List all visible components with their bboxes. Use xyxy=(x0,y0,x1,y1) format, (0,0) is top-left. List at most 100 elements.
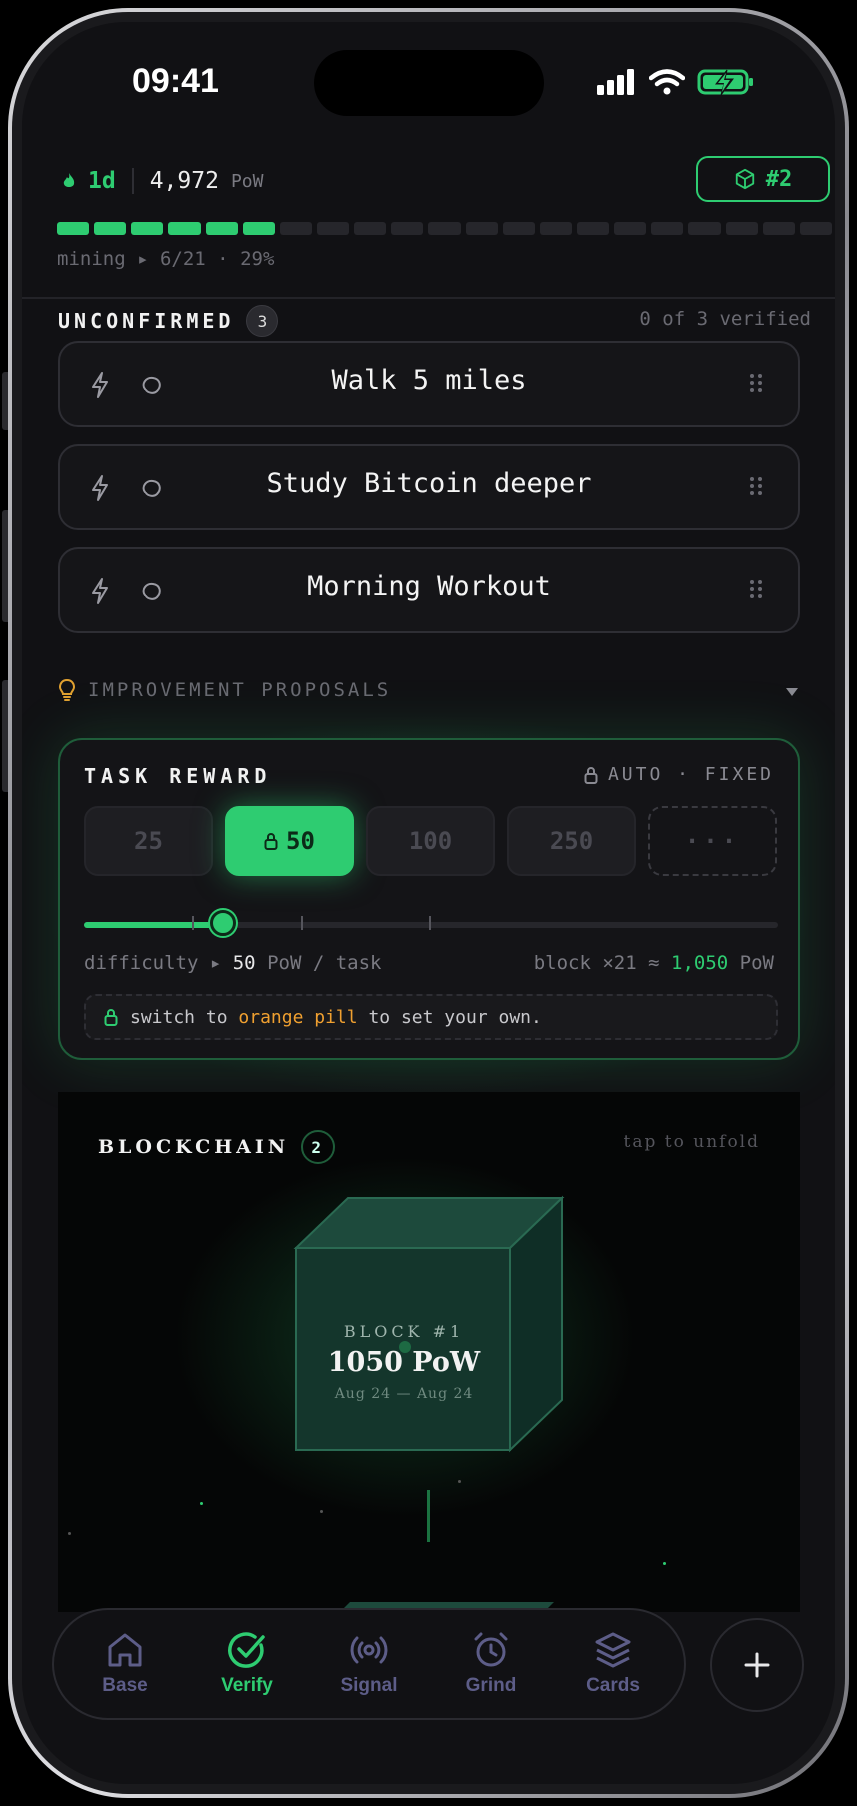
divider xyxy=(131,168,134,194)
star-dot xyxy=(320,1510,323,1513)
improvement-proposals-toggle[interactable]: IMPROVEMENT PROPOSALS xyxy=(58,678,391,702)
alarm-clock-icon xyxy=(474,1632,508,1667)
drag-handle-icon[interactable] xyxy=(750,476,762,496)
star-dot xyxy=(458,1480,461,1483)
orange-pill-link[interactable]: orange pill xyxy=(238,1007,357,1028)
slider-tick xyxy=(429,916,431,930)
reward-option-25[interactable]: 25 xyxy=(84,806,213,876)
proposals-label: IMPROVEMENT PROPOSALS xyxy=(88,679,392,701)
option-label: 250 xyxy=(549,827,594,855)
task-card[interactable]: Study Bitcoin deeper xyxy=(58,444,800,530)
block-total-label: block ×21 ≈ xyxy=(533,952,660,974)
broadcast-icon xyxy=(350,1636,388,1664)
progress-segment xyxy=(242,222,275,235)
streak-days: 1d xyxy=(88,168,116,194)
hint-prefix: switch to xyxy=(130,1006,228,1028)
option-label: ··· xyxy=(684,827,741,855)
tab-label: Signal xyxy=(340,1675,398,1696)
progress-segment xyxy=(762,222,795,235)
block-pow: 1050 PoW xyxy=(327,1347,481,1378)
task-label: Morning Workout xyxy=(307,571,551,602)
task-card[interactable]: Morning Workout xyxy=(58,547,800,633)
reward-option-100[interactable]: 100 xyxy=(366,806,495,876)
progress-segment xyxy=(94,222,127,235)
reward-mode: AUTO · FIXED xyxy=(584,764,774,785)
drag-handle-icon[interactable] xyxy=(750,373,762,393)
reward-option-more[interactable]: ··· xyxy=(648,806,777,876)
unconfirmed-count: 3 xyxy=(246,305,279,337)
pow-total: 4,972 xyxy=(149,168,219,194)
tab-cards[interactable]: Cards xyxy=(558,1631,668,1697)
orange-pill-hint[interactable]: switch to orange pill to set your own. xyxy=(84,994,778,1040)
plus-icon xyxy=(744,1652,770,1678)
pow-unit: PoW xyxy=(230,170,264,192)
star-dot xyxy=(68,1532,71,1535)
option-label: 100 xyxy=(408,827,453,855)
blockchain-panel[interactable]: BLOCKCHAIN 2 tap to unfold BLOCK #1 1050… xyxy=(58,1092,800,1612)
progress-segment xyxy=(725,222,758,235)
mining-label: mining xyxy=(57,248,126,270)
reward-mode-label: AUTO · FIXED xyxy=(607,764,774,785)
tab-grind[interactable]: Grind xyxy=(436,1631,546,1697)
drag-handle-icon[interactable] xyxy=(750,579,762,599)
lock-icon xyxy=(104,1009,118,1026)
tab-signal[interactable]: Signal xyxy=(314,1631,424,1697)
chevron-down-icon[interactable] xyxy=(785,687,799,697)
tab-bar: Base Verify Signal Grind Cards xyxy=(52,1608,686,1720)
task-reward-card: TASK REWARD AUTO · FIXED 25 50 100 250 ·… xyxy=(58,738,800,1060)
option-label: 25 xyxy=(134,827,163,855)
difficulty-slider[interactable] xyxy=(84,910,778,936)
mining-percent: 29% xyxy=(240,248,275,270)
progress-segment xyxy=(57,222,90,235)
slider-thumb[interactable] xyxy=(209,910,236,936)
star-dot xyxy=(200,1502,203,1505)
difficulty-unit: PoW / task xyxy=(267,952,382,974)
progress-segment xyxy=(428,222,461,235)
mining-progress-count: 6/21 xyxy=(159,248,206,270)
reward-options: 25 50 100 250 ··· xyxy=(84,806,777,876)
cellular-signal-icon xyxy=(597,69,634,95)
phone-screen: 09:41 1d 4,972 PoW #2 mining ▸ 6/21 · 29… xyxy=(22,22,835,1784)
progress-segment xyxy=(354,222,387,235)
tab-base[interactable]: Base xyxy=(70,1631,180,1697)
progress-segment xyxy=(279,222,312,235)
difficulty-readout: difficulty ▸ 50 PoW / task xyxy=(84,952,382,974)
status-time: 09:41 xyxy=(132,62,219,100)
progress-segment xyxy=(168,222,201,235)
progress-segment xyxy=(614,222,647,235)
tab-label: Base xyxy=(102,1675,148,1696)
header-stats: 1d 4,972 PoW xyxy=(62,168,263,194)
progress-segment xyxy=(391,222,424,235)
lock-icon xyxy=(584,766,598,784)
dynamic-island xyxy=(314,50,544,116)
block-badge-button[interactable]: #2 xyxy=(696,156,830,202)
block-total-unit: PoW xyxy=(739,952,774,974)
reward-title: TASK REWARD xyxy=(84,764,272,788)
block-label: BLOCK #1 1050 PoW Aug 24 — Aug 24 xyxy=(294,1322,514,1402)
progress-segment xyxy=(131,222,164,235)
mining-progress-bar xyxy=(57,222,832,235)
task-label: Study Bitcoin deeper xyxy=(266,468,592,499)
task-label: Walk 5 miles xyxy=(331,365,527,396)
progress-segment xyxy=(651,222,684,235)
reward-option-250[interactable]: 250 xyxy=(507,806,636,876)
difficulty-value: 50 xyxy=(232,952,256,974)
difficulty-label: difficulty xyxy=(84,952,199,974)
unconfirmed-title: UNCONFIRMED xyxy=(58,309,235,333)
task-card[interactable]: Walk 5 miles xyxy=(58,341,800,427)
add-button[interactable] xyxy=(710,1618,804,1712)
flame-icon xyxy=(63,173,75,187)
verified-status: 0 of 3 verified xyxy=(639,308,811,330)
tab-label: Grind xyxy=(465,1675,517,1696)
check-circle-icon xyxy=(228,1632,265,1668)
slider-fill xyxy=(84,922,223,928)
block-number: BLOCK #1 xyxy=(343,1322,465,1341)
reward-option-50-selected[interactable]: 50 xyxy=(225,806,354,876)
tab-label: Verify xyxy=(221,1675,273,1696)
mining-status: mining ▸ 6/21 · 29% xyxy=(57,248,275,270)
tab-verify[interactable]: Verify xyxy=(192,1631,302,1697)
hint-suffix: to set your own. xyxy=(368,1006,542,1028)
home-icon xyxy=(108,1633,142,1667)
block-badge-label: #2 xyxy=(765,166,793,192)
progress-segment xyxy=(688,222,721,235)
